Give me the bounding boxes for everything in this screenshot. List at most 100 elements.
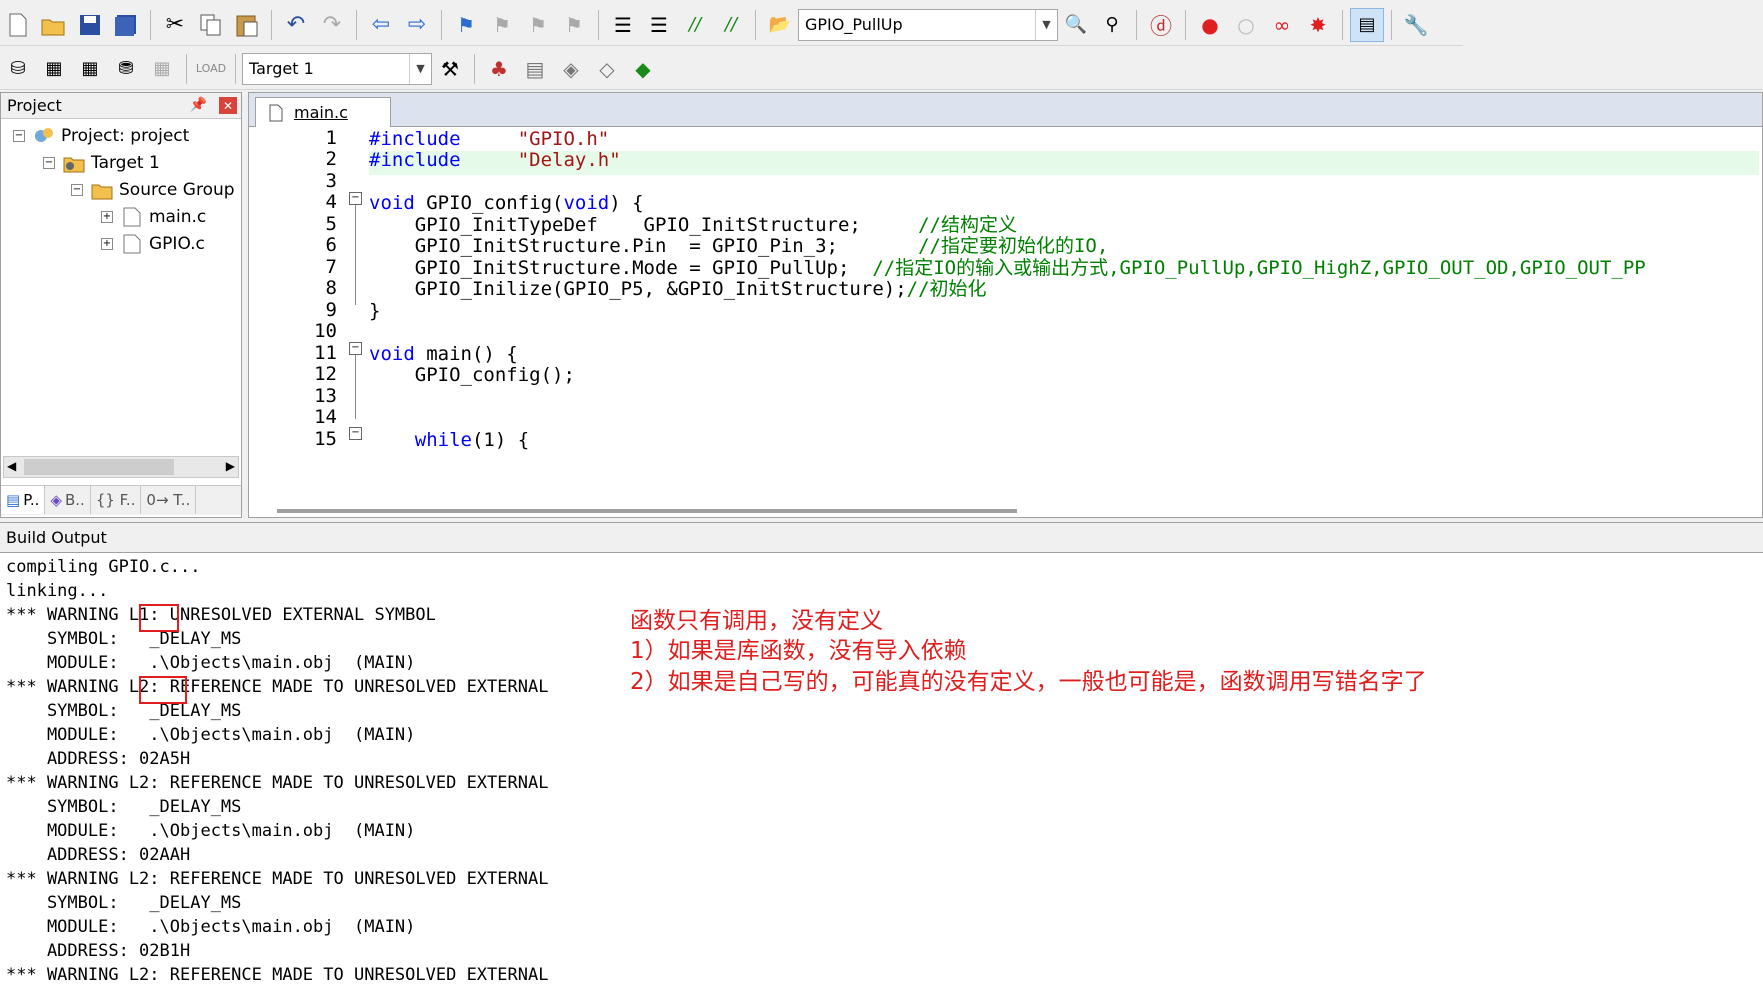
open-file-button[interactable] bbox=[37, 8, 71, 42]
save-all-button[interactable] bbox=[109, 8, 143, 42]
run-time-environment-button[interactable]: ◆ bbox=[626, 52, 660, 86]
tab-books[interactable]: ◈ B.. bbox=[45, 486, 91, 514]
folder-search-icon: 📂 bbox=[768, 14, 792, 35]
tree-item-project[interactable]: − Project: project bbox=[13, 123, 189, 149]
tab-functions[interactable]: {} F.. bbox=[91, 486, 142, 514]
stop-build-button[interactable]: ▦ bbox=[145, 52, 179, 86]
line-number: 12 bbox=[314, 363, 337, 385]
output-line: *** WARNING L2: REFERENCE MADE TO UNRESO… bbox=[6, 869, 549, 889]
incremental-find-button[interactable]: ⚲ bbox=[1095, 8, 1129, 42]
line-number: 8 bbox=[325, 277, 337, 299]
project-horizontal-scrollbar[interactable]: ◀ ▶ bbox=[3, 456, 239, 478]
stack-icon: ▤ bbox=[525, 56, 545, 81]
find-in-files-button[interactable]: 📂 bbox=[763, 8, 797, 42]
close-icon[interactable]: ✕ bbox=[219, 97, 237, 114]
clear-bookmarks-button[interactable]: ⚑ bbox=[557, 8, 591, 42]
highlight-box-l2 bbox=[139, 676, 187, 704]
unindent-icon: ☰ bbox=[650, 12, 668, 37]
save-button[interactable] bbox=[73, 8, 107, 42]
tree-item-file-main[interactable]: + main.c bbox=[101, 204, 206, 230]
prev-bookmark-button[interactable]: ⚑ bbox=[485, 8, 519, 42]
fold-toggle-icon[interactable]: − bbox=[349, 427, 362, 440]
paste-button[interactable] bbox=[230, 8, 264, 42]
select-pack-button[interactable]: ◈ bbox=[554, 52, 588, 86]
tree-item-label: Source Group bbox=[119, 180, 235, 200]
build-button[interactable]: ▦ bbox=[37, 52, 71, 86]
target-options-button[interactable]: ⚒ bbox=[433, 52, 467, 86]
collapse-icon[interactable]: − bbox=[13, 130, 25, 142]
copy-button[interactable] bbox=[194, 8, 228, 42]
fold-toggle-icon[interactable]: − bbox=[349, 192, 362, 205]
tree-item-source-group[interactable]: − Source Group bbox=[71, 177, 235, 203]
debug-icon: ⓓ bbox=[1149, 14, 1172, 40]
target-select[interactable]: Target 1 ▼ bbox=[242, 52, 432, 85]
stop-build-icon: ▦ bbox=[153, 58, 171, 79]
find-combo[interactable]: GPIO_PullUp ▼ bbox=[798, 8, 1058, 41]
rebuild-button[interactable]: ▦ bbox=[73, 52, 107, 86]
disable-all-breakpoints-button[interactable]: ∞ bbox=[1265, 8, 1299, 42]
build-output-title: Build Output bbox=[6, 528, 107, 547]
code-line-6: GPIO_InitStructure.Pin = GPIO_Pin_3; //指… bbox=[369, 234, 1109, 258]
expand-icon[interactable]: + bbox=[101, 211, 113, 223]
chevron-down-icon: ▼ bbox=[409, 53, 431, 84]
scroll-right-icon[interactable]: ▶ bbox=[226, 459, 235, 473]
wrench-icon: 🔧 bbox=[1403, 12, 1429, 37]
configure-button[interactable]: 🔧 bbox=[1399, 8, 1433, 42]
debug-session-button[interactable]: ⓓ bbox=[1144, 8, 1178, 42]
disable-breakpoint-button[interactable]: ○ bbox=[1229, 8, 1263, 42]
navigate-back-button[interactable]: ⇦ bbox=[364, 8, 398, 42]
output-line: SYMBOL: _DELAY_MS bbox=[6, 797, 242, 817]
manage-environment-button[interactable]: ▤ bbox=[518, 52, 552, 86]
download-button[interactable]: LOAD bbox=[194, 52, 228, 86]
navigate-forward-button[interactable]: ⇨ bbox=[400, 8, 434, 42]
code-token: while bbox=[414, 429, 472, 451]
breakpoint-disabled-icon: ○ bbox=[1237, 12, 1255, 37]
tab-project[interactable]: ▤ P.. bbox=[1, 486, 46, 514]
project-panel-tabs: ▤ P.. ◈ B.. {} F.. 0→ T.. bbox=[1, 485, 241, 515]
find-button[interactable]: 🔍 bbox=[1059, 8, 1093, 42]
tab-templates[interactable]: 0→ T.. bbox=[141, 486, 197, 514]
uncomment-button[interactable]: // bbox=[714, 8, 748, 42]
fold-toggle-icon[interactable]: − bbox=[349, 342, 362, 355]
comment-button[interactable]: // bbox=[678, 8, 712, 42]
tab-label: B.. bbox=[64, 491, 85, 509]
tab-main-c[interactable]: main.c bbox=[255, 97, 391, 127]
scroll-left-icon[interactable]: ◀ bbox=[7, 459, 16, 473]
expand-icon[interactable]: + bbox=[101, 238, 113, 250]
code-area[interactable]: #include "GPIO.h" #include "Delay.h" voi… bbox=[369, 127, 1759, 483]
flag-icon: ⚑ bbox=[529, 12, 547, 37]
window-layout-button[interactable]: ▤ bbox=[1350, 7, 1384, 42]
scroll-thumb[interactable] bbox=[24, 459, 174, 475]
next-bookmark-button[interactable]: ⚑ bbox=[521, 8, 555, 42]
pack-installer-button[interactable]: ◇ bbox=[590, 52, 624, 86]
pin-icon[interactable]: 📌 bbox=[190, 97, 207, 113]
output-line: SYMBOL: _DELAY_MS bbox=[6, 893, 242, 913]
annotation-line-2: 1）如果是库函数，没有导入依赖 bbox=[630, 638, 967, 664]
line-number: 1 bbox=[325, 127, 337, 149]
kill-all-breakpoints-button[interactable]: ✸ bbox=[1301, 8, 1335, 42]
redo-button[interactable]: ↷ bbox=[315, 8, 349, 42]
code-comment: //结构定义 bbox=[918, 214, 1017, 236]
cut-button[interactable]: ✂ bbox=[158, 8, 192, 42]
code-comment: //指定要初始化的IO, bbox=[918, 235, 1109, 257]
code-token: GPIO_InitStructure.Mode = GPIO_PullUp; bbox=[369, 257, 850, 279]
bookmark-button[interactable]: ⚑ bbox=[449, 8, 483, 42]
editor-horizontal-scrollbar[interactable] bbox=[277, 509, 1017, 513]
collapse-icon[interactable]: − bbox=[71, 184, 83, 196]
translate-button[interactable]: ⛁ bbox=[1, 52, 35, 86]
output-line: SYMBOL: _DELAY_MS bbox=[6, 701, 242, 721]
indent-button[interactable]: ☰ bbox=[606, 8, 640, 42]
code-token: "Delay.h" bbox=[517, 149, 621, 171]
tree-item-file-gpio[interactable]: + GPIO.c bbox=[101, 231, 205, 257]
new-file-button[interactable] bbox=[1, 8, 35, 42]
window-icon: ▤ bbox=[1358, 14, 1376, 35]
project-panel-title: Project bbox=[7, 96, 62, 115]
collapse-icon[interactable]: − bbox=[43, 157, 55, 169]
insert-breakpoint-button[interactable]: ● bbox=[1193, 8, 1227, 42]
tree-item-target[interactable]: − Target 1 bbox=[43, 150, 160, 176]
undo-button[interactable]: ↶ bbox=[279, 8, 313, 42]
unindent-button[interactable]: ☰ bbox=[642, 8, 676, 42]
manage-project-items-button[interactable]: ♣ bbox=[482, 52, 516, 86]
line-number: 10 bbox=[314, 320, 337, 342]
batch-build-button[interactable]: ⛃ bbox=[109, 52, 143, 86]
